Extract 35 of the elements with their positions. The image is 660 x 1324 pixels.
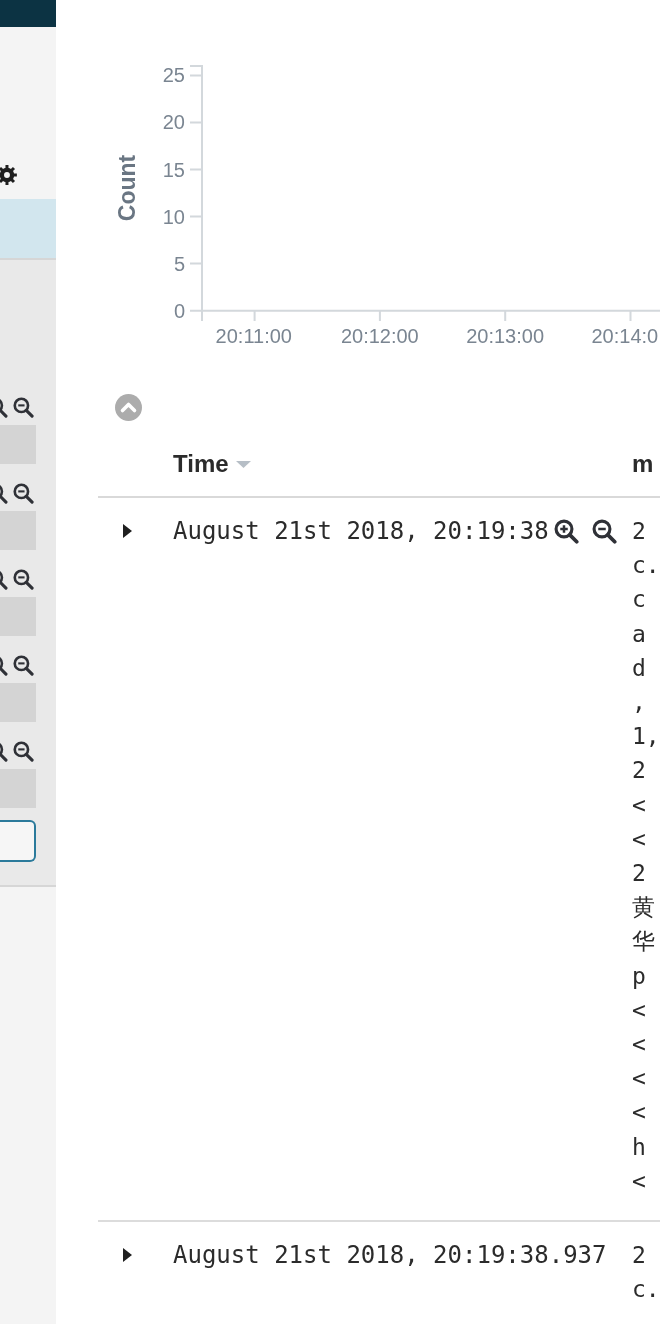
zoom-in-icon[interactable] <box>553 518 579 544</box>
zoom-out-icon[interactable] <box>13 483 34 504</box>
zoom-out-icon[interactable] <box>13 741 34 762</box>
y-tick-label: 0 <box>173 299 185 322</box>
y-tick-label: 5 <box>173 252 185 275</box>
x-tick-label: 20:14:0 <box>591 325 659 347</box>
column-header[interactable]: Time <box>173 449 251 479</box>
x-tick-label: 20:12:00 <box>340 325 419 347</box>
zoom-in-icon[interactable] <box>0 741 8 762</box>
zoom-in-icon[interactable] <box>0 397 8 418</box>
y-tick-label: 15 <box>162 158 185 181</box>
table-cell-text: August 21st 2018, 20:19:38 <box>173 516 549 547</box>
expand-caret-icon[interactable] <box>123 1248 132 1263</box>
x-tick-label: 20:11:00 <box>215 325 292 347</box>
settings-icon[interactable] <box>0 165 17 185</box>
zoom-out-icon[interactable] <box>13 569 34 590</box>
y-axis-title: Count <box>114 154 140 222</box>
y-tick-label: 20 <box>162 111 185 134</box>
zoom-out-icon[interactable] <box>13 397 34 418</box>
expand-caret-icon[interactable] <box>123 524 132 538</box>
zoom-in-icon[interactable] <box>0 655 8 676</box>
outline-button[interactable] <box>0 820 36 862</box>
zoom-out-icon[interactable] <box>13 655 34 676</box>
zoom-in-icon[interactable] <box>0 569 8 590</box>
x-tick-label: 20:13:00 <box>466 325 545 347</box>
y-tick-label: 10 <box>162 205 185 228</box>
zoom-out-icon[interactable] <box>591 518 617 544</box>
field-row[interactable] <box>0 199 56 260</box>
column-header[interactable]: m <box>632 449 654 479</box>
zoom-in-icon[interactable] <box>0 483 8 504</box>
y-tick-label: 25 <box>162 64 185 87</box>
table-cell-text: 2 c. c a d , 1, 2 < < 2 黄 华 p < < < < h < <box>632 517 660 1196</box>
table-cell-text: 2 c. <box>632 1241 660 1305</box>
table-cell-text: August 21st 2018, 20:19:38.937 <box>173 1240 607 1272</box>
sidebar-header <box>0 0 56 27</box>
